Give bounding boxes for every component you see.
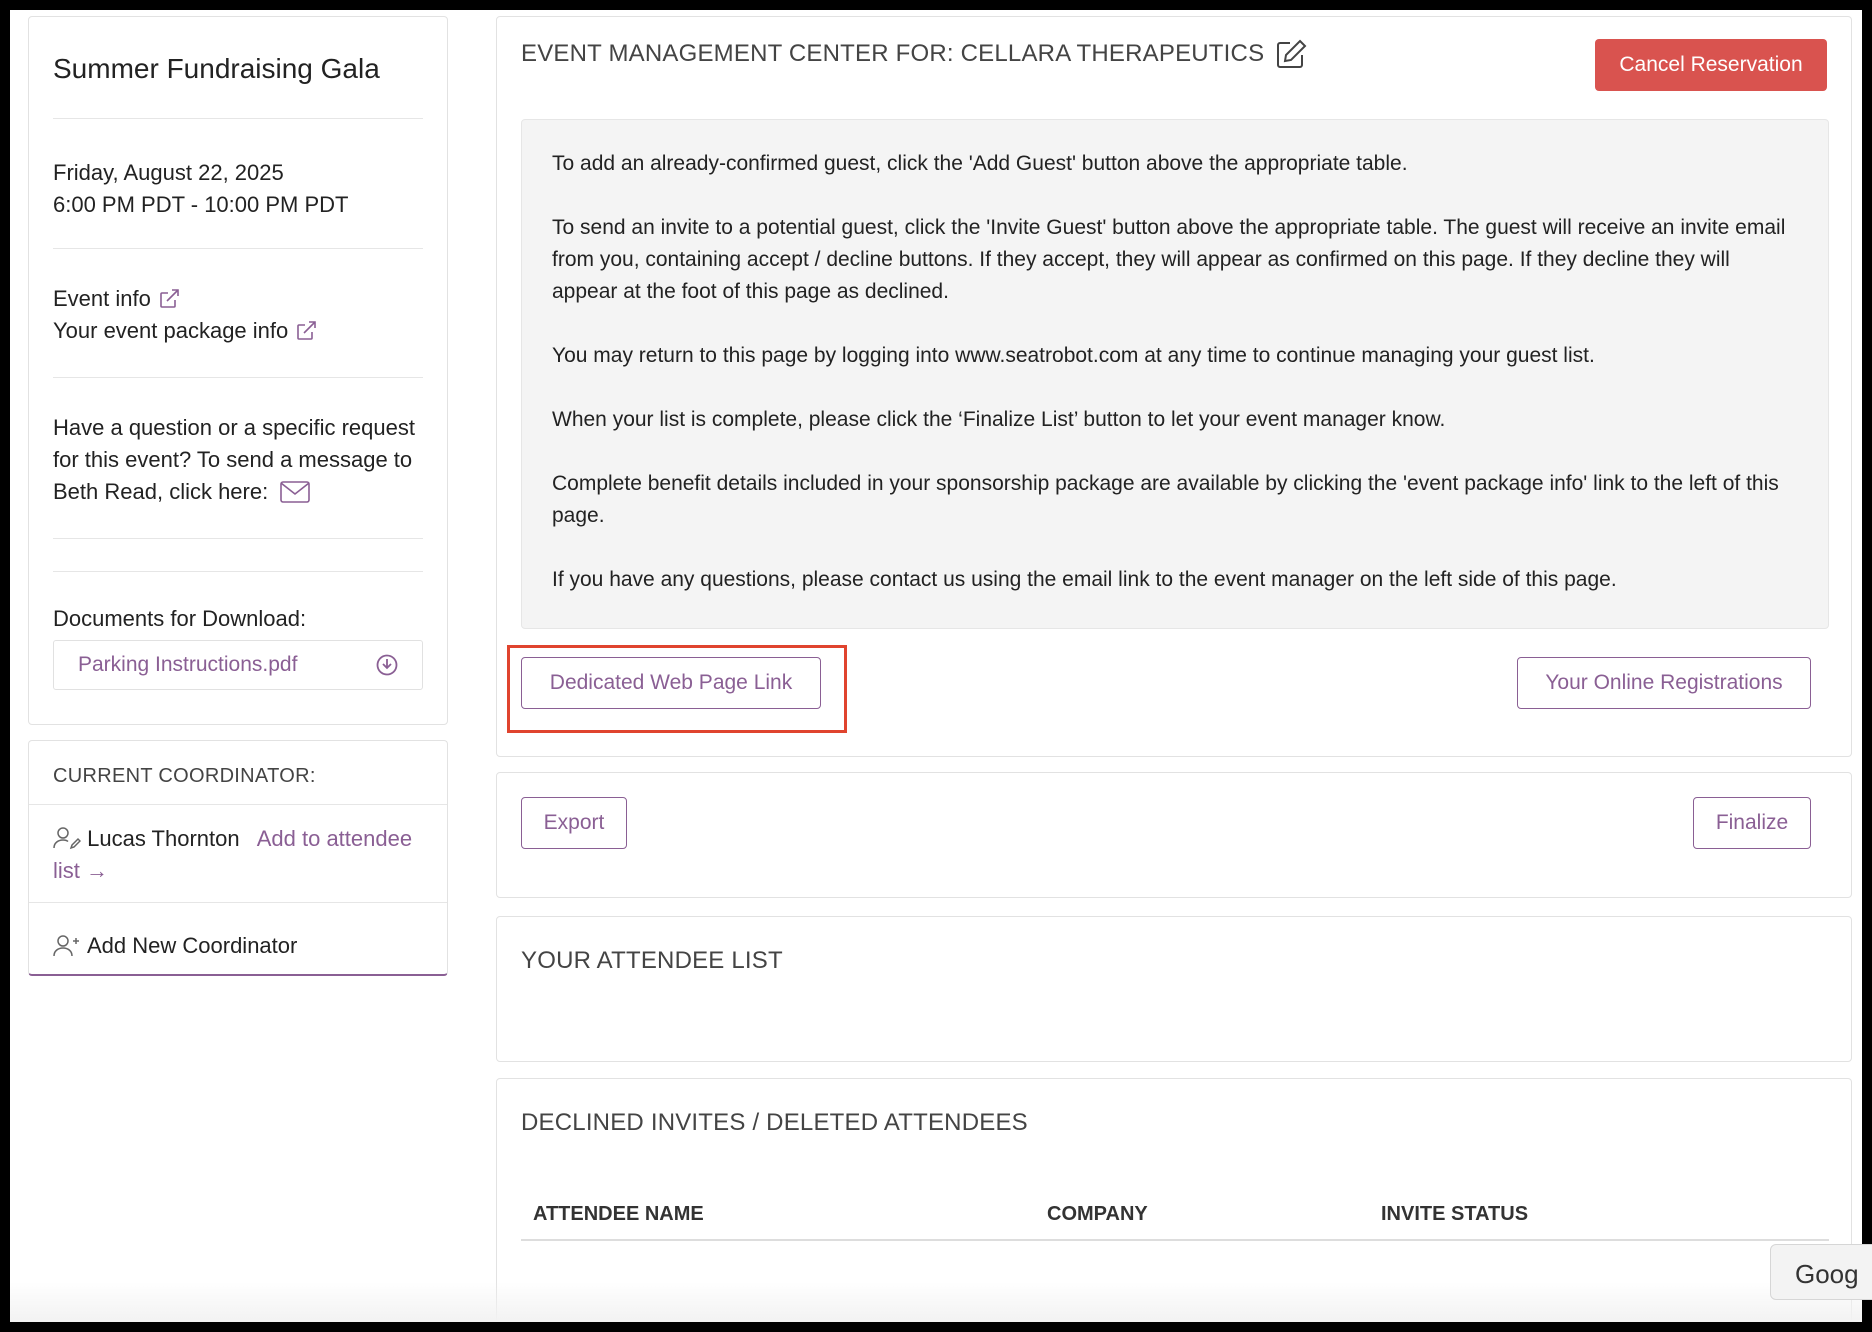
user-edit-icon (53, 826, 81, 850)
event-links: Event info Your event package info (53, 249, 423, 378)
attendee-list-title: YOUR ATTENDEE LIST (521, 947, 783, 974)
event-time: 6:00 PM PDT - 10:00 PM PDT (53, 192, 349, 217)
coordinator-name: Lucas Thornton (87, 826, 240, 851)
actions-card: Export Finalize (496, 772, 1852, 898)
arrow-right-icon[interactable]: → (86, 858, 108, 883)
page-frame: Summer Fundraising Gala Friday, August 2… (10, 10, 1862, 1322)
document-name[interactable]: Parking Instructions.pdf (78, 653, 297, 677)
column-header[interactable]: COMPANY (1047, 1203, 1148, 1226)
instruction-paragraph: You may return to this page by logging i… (552, 344, 1595, 367)
event-sidebar: Summer Fundraising Gala Friday, August 2… (28, 16, 448, 725)
event-datetime: Friday, August 22, 2025 6:00 PM PDT - 10… (53, 119, 423, 249)
document-download[interactable]: Parking Instructions.pdf (53, 640, 423, 690)
dedicated-web-page-link-button[interactable]: Dedicated Web Page Link (521, 657, 821, 709)
bottom-fade (10, 1282, 1862, 1322)
event-info-link[interactable]: Event info (53, 283, 423, 315)
declined-title: DECLINED INVITES / DELETED ATTENDEES (521, 1109, 1028, 1136)
instructions-box: To add an already-confirmed guest, click… (521, 119, 1829, 629)
event-info-label[interactable]: Event info (53, 283, 151, 315)
envelope-icon[interactable] (280, 481, 311, 503)
instruction-paragraph: To add an already-confirmed guest, click… (552, 152, 1408, 175)
export-button[interactable]: Export (521, 797, 627, 849)
download-icon[interactable] (376, 654, 398, 676)
finalize-button[interactable]: Finalize (1693, 797, 1811, 849)
instruction-paragraph: Complete benefit details included in you… (552, 472, 1779, 527)
coordinator-heading: CURRENT COORDINATOR: (29, 741, 447, 805)
event-title: Summer Fundraising Gala (53, 17, 423, 119)
divider (53, 539, 423, 572)
declined-table-header: ATTENDEE NAME COMPANY INVITE STATUS (521, 1191, 1829, 1241)
coordinator-card: CURRENT COORDINATOR: Lucas Thornton Add … (28, 740, 448, 976)
google-translate-chip[interactable]: Goog (1770, 1244, 1872, 1300)
attendee-list-card: YOUR ATTENDEE LIST (496, 916, 1852, 1062)
edit-icon[interactable] (1276, 39, 1308, 69)
add-new-coordinator[interactable]: Add New Coordinator (29, 903, 447, 971)
documents-label: Documents for Download: (53, 606, 307, 631)
user-plus-icon[interactable] (53, 934, 81, 958)
instruction-paragraph: When your list is complete, please click… (552, 408, 1446, 431)
add-new-coordinator-label[interactable]: Add New Coordinator (87, 933, 297, 959)
external-link-icon[interactable] (294, 319, 318, 343)
external-link-icon[interactable] (157, 287, 181, 311)
online-registrations-button[interactable]: Your Online Registrations (1517, 657, 1811, 709)
documents-section: Documents for Download: Parking Instruct… (53, 572, 423, 690)
cancel-reservation-button[interactable]: Cancel Reservation (1595, 39, 1827, 91)
contact-section: Have a question or a specific request fo… (53, 378, 423, 539)
coordinator-person: Lucas Thornton Add to attendee list → (29, 805, 447, 903)
event-management-card: EVENT MANAGEMENT CENTER FOR: CELLARA THE… (496, 16, 1852, 757)
column-header[interactable]: ATTENDEE NAME (533, 1203, 704, 1226)
instruction-paragraph: If you have any questions, please contac… (552, 568, 1617, 591)
package-info-label[interactable]: Your event package info (53, 315, 288, 347)
package-info-link[interactable]: Your event package info (53, 315, 423, 347)
event-date: Friday, August 22, 2025 (53, 160, 284, 185)
column-header[interactable]: INVITE STATUS (1381, 1203, 1528, 1226)
management-heading: EVENT MANAGEMENT CENTER FOR: CELLARA THE… (521, 39, 1308, 69)
management-heading-text: EVENT MANAGEMENT CENTER FOR: CELLARA THE… (521, 40, 1265, 67)
instruction-paragraph: To send an invite to a potential guest, … (552, 216, 1786, 303)
contact-text: Have a question or a specific request fo… (53, 415, 415, 504)
